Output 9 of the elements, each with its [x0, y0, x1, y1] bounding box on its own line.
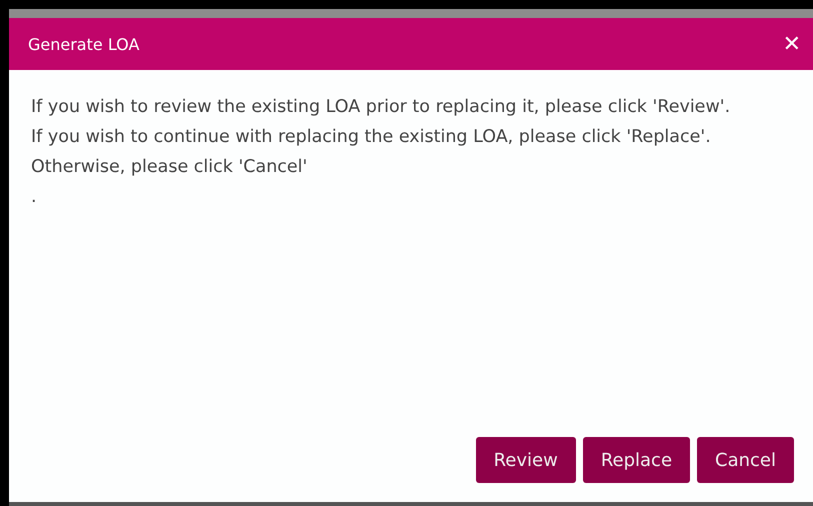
message-text: .: [31, 186, 38, 209]
close-button[interactable]: ✕: [780, 32, 803, 56]
dialog-title: Generate LOA: [28, 34, 140, 54]
message-text: Otherwise, please click 'Cancel': [31, 156, 308, 179]
dialog-button[interactable]: Replace: [582, 437, 690, 483]
message-text: If you wish to review the existing LOA prior to replacing it, please click 'Review'.: [31, 96, 732, 119]
dialog-button[interactable]: Cancel: [697, 437, 794, 483]
dialog-button[interactable]: Review: [476, 437, 576, 483]
message-text: If you wish to continue with replacing the existing LOA, please click 'Replace'.: [31, 126, 712, 149]
